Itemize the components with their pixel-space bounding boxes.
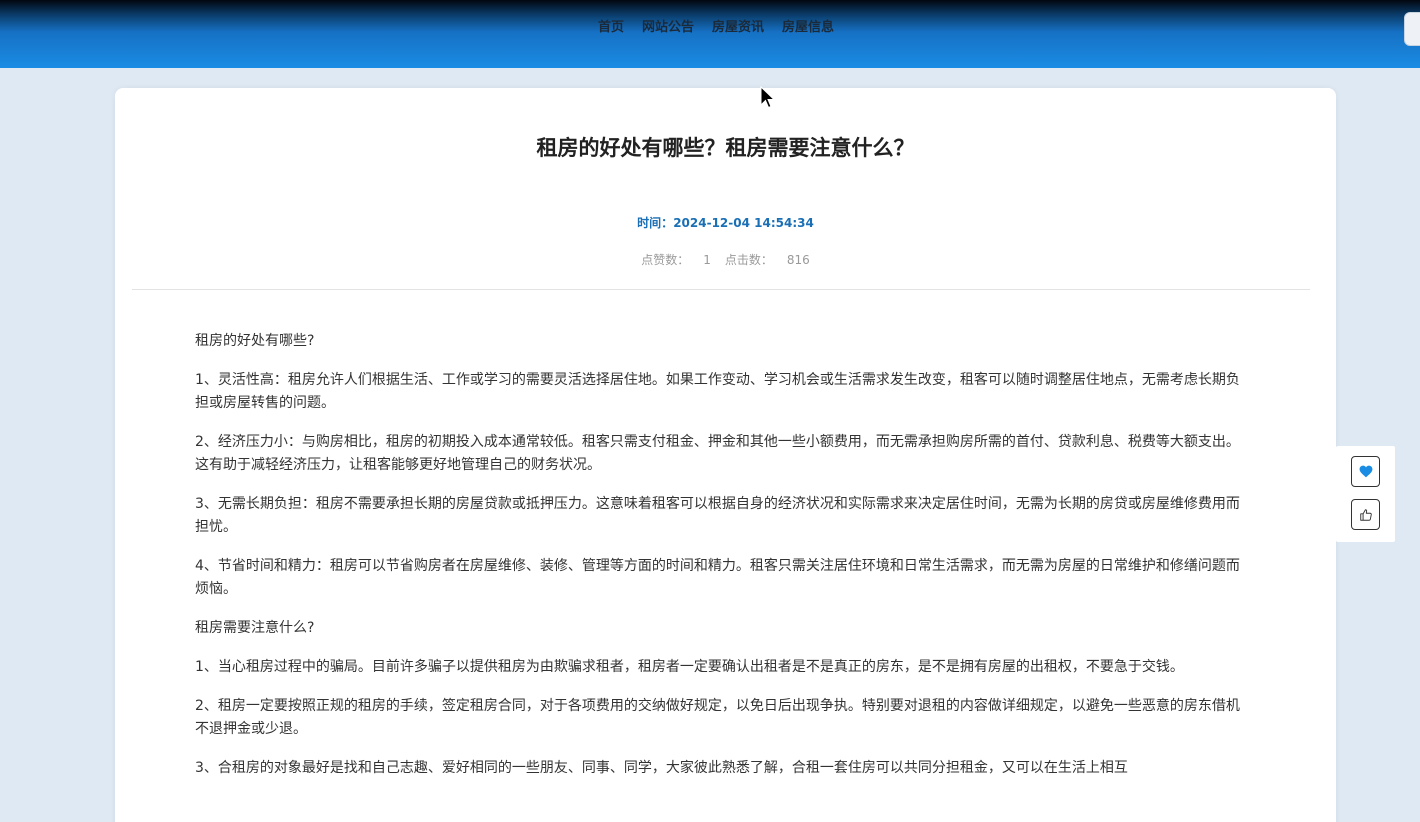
content-paragraph: 2、租房一定要按照正规的租房的手续，签定租房合同，对于各项费用的交纳做好规定，以… bbox=[195, 698, 1240, 737]
content-paragraph: 4、节省时间和精力：租房可以节省购房者在房屋维修、装修、管理等方面的时间和精力。… bbox=[195, 558, 1240, 597]
article-stats: 点赞数： 1 点击数： 816 bbox=[115, 251, 1336, 268]
side-action-panel bbox=[1336, 446, 1395, 542]
content-paragraph: 3、合租房的对象最好是找和自己志趣、爱好相同的一些朋友、同事、同学，大家彼此熟悉… bbox=[195, 760, 1128, 776]
favorite-button[interactable] bbox=[1351, 456, 1380, 487]
likes-value: 1 bbox=[703, 253, 711, 267]
likes-label: 点赞数： bbox=[641, 253, 690, 267]
article-title: 租房的好处有哪些？租房需要注意什么？ bbox=[536, 136, 915, 160]
clicks-value: 816 bbox=[786, 253, 810, 267]
time-value: 2024-12-04 14:54:34 bbox=[673, 216, 814, 230]
nav-item-housing-info[interactable]: 房屋信息 bbox=[782, 18, 834, 38]
heart-icon bbox=[1359, 465, 1372, 478]
nav-item-announcements[interactable]: 网站公告 bbox=[642, 18, 694, 38]
mouse-cursor-icon bbox=[760, 86, 776, 109]
title-divider bbox=[132, 289, 1310, 290]
content-paragraph: 租房的好处有哪些? bbox=[195, 333, 315, 349]
content-paragraph: 1、灵活性高：租房允许人们根据生活、工作或学习的需要灵活选择居住地。如果工作变动… bbox=[195, 372, 1240, 411]
thumbs-up-icon bbox=[1359, 508, 1372, 521]
article-content: 租房的好处有哪些? 1、灵活性高：租房允许人们根据生活、工作或学习的需要灵活选择… bbox=[195, 330, 1253, 796]
nav-item-home[interactable]: 首页 bbox=[598, 18, 624, 38]
article-time: 时间：2024-12-04 14:54:34 bbox=[115, 214, 1336, 231]
time-label: 时间： bbox=[637, 216, 674, 230]
content-paragraph: 1、当心租房过程中的骗局。目前许多骗子以提供租房为由欺骗求租者，租房者一定要确认… bbox=[195, 659, 1184, 675]
clicks-label: 点击数： bbox=[724, 253, 773, 267]
main-nav: 首页 网站公告 房屋资讯 房屋信息 bbox=[0, 18, 1420, 38]
content-paragraph: 3、无需长期负担：租房不需要承担长期的房屋贷款或抵押压力。这意味着租客可以根据自… bbox=[195, 496, 1240, 535]
article-card: 租房的好处有哪些？租房需要注意什么？ 时间：2024-12-04 14:54:3… bbox=[115, 88, 1336, 822]
corner-widget[interactable] bbox=[1404, 12, 1420, 46]
content-paragraph: 2、经济压力小：与购房相比，租房的初期投入成本通常较低。租客只需支付租金、押金和… bbox=[195, 434, 1240, 473]
content-paragraph: 租房需要注意什么? bbox=[195, 620, 315, 636]
clicks-count: 点击数： 816 bbox=[725, 253, 810, 267]
top-header: 首页 网站公告 房屋资讯 房屋信息 bbox=[0, 0, 1420, 68]
nav-item-housing-news[interactable]: 房屋资讯 bbox=[712, 18, 764, 38]
likes-count: 点赞数： 1 bbox=[641, 253, 711, 267]
like-button[interactable] bbox=[1351, 499, 1380, 530]
